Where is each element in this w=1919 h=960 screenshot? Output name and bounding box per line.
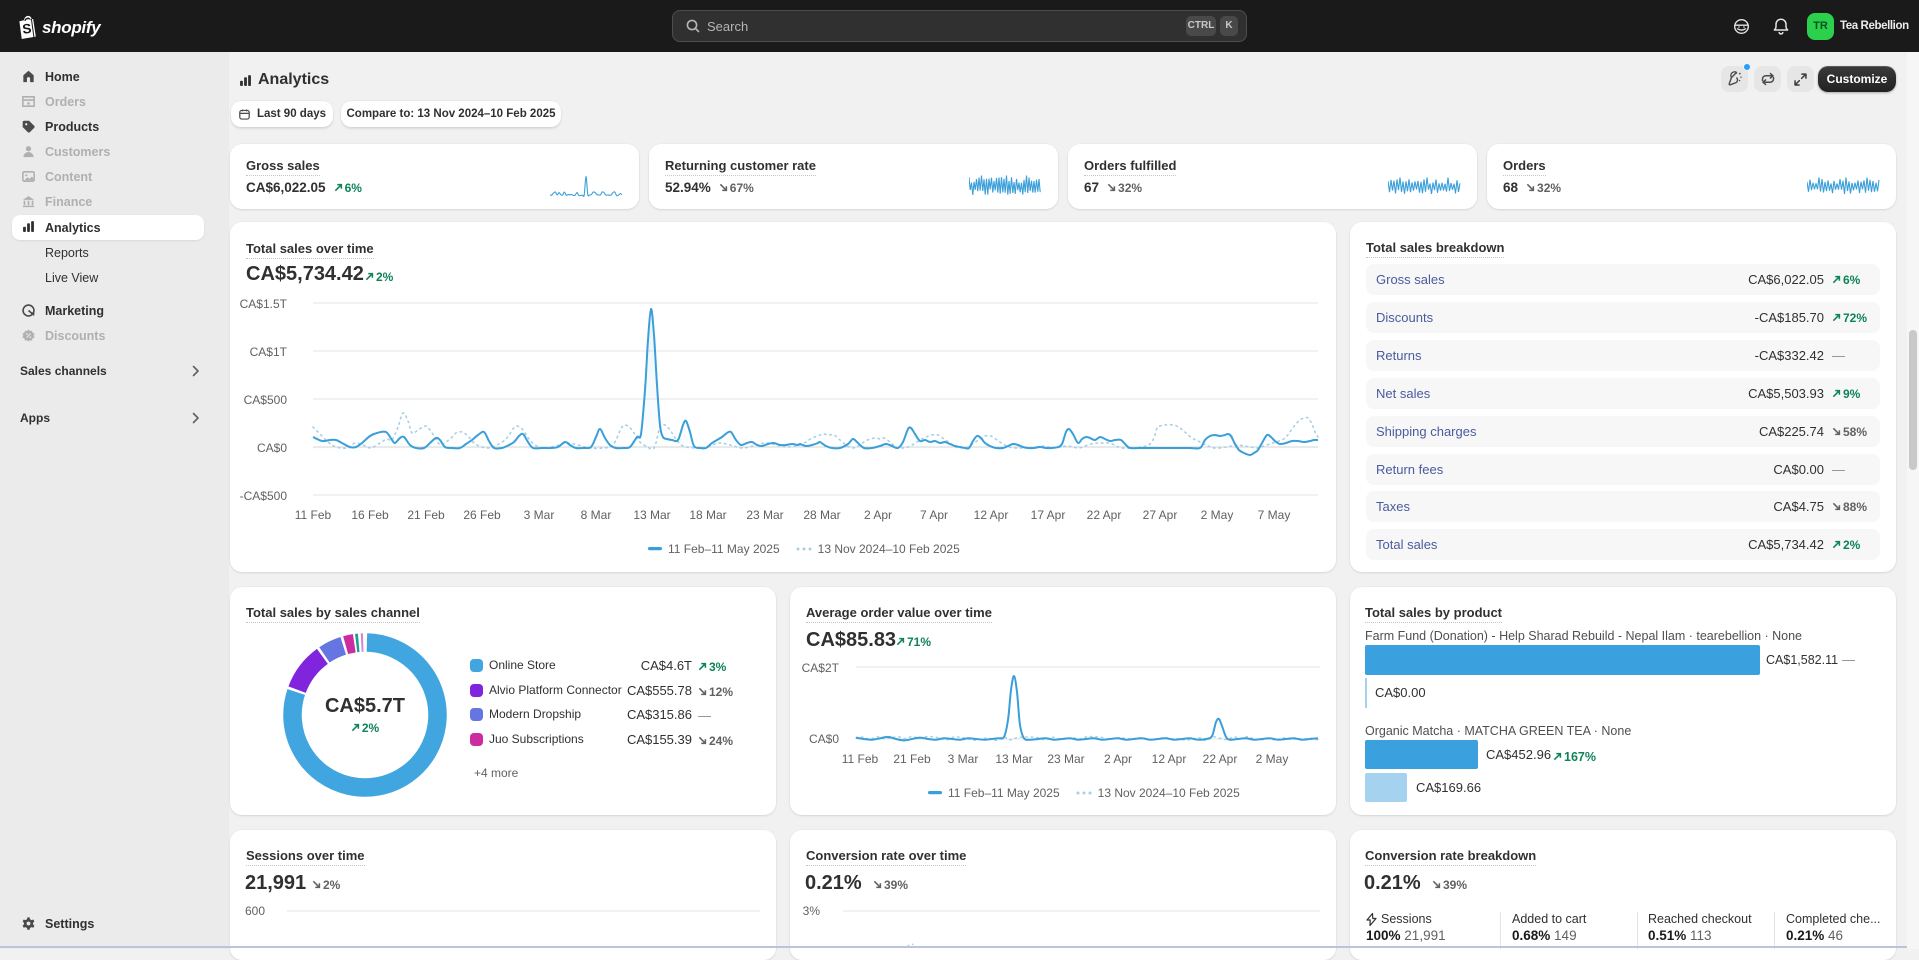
svg-text:S: S — [22, 21, 33, 37]
